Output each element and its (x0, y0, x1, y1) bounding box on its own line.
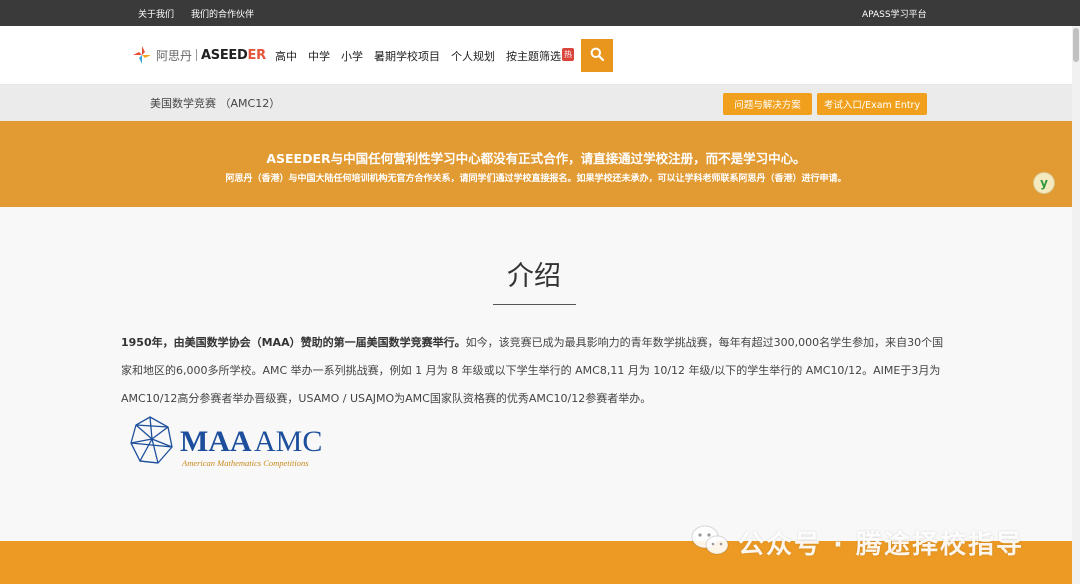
notice-line-1: ASEEDER与中国任何营利性学习中心都没有正式合作，请直接通过学校注册，而不是… (266, 151, 806, 166)
intro-paragraph: 1950年，由美国数学协会（MAA）赞助的第一届美国数学竞赛举行。如今，该竞赛已… (121, 329, 951, 413)
partners-link[interactable]: 我们的合作伙伴 (191, 7, 254, 20)
page-subbar: 美国数学竞赛 （AMC12） 问题与解决方案 考试入口/Exam Entry (0, 85, 1072, 121)
search-icon (590, 46, 605, 65)
pinwheel-logo-icon (132, 45, 152, 65)
nav-item-summer-program[interactable]: 暑期学校项目 (374, 48, 440, 64)
notice-line-2: 阿思丹（香港）与中国大陆任何培训机构无官方合作关系，请同学们通过学校直接报名。如… (225, 174, 847, 184)
page-title: 美国数学竞赛 （AMC12） (150, 97, 281, 110)
apass-platform-link[interactable]: APASS学习平台 (862, 7, 927, 20)
nav-item-middle-school[interactable]: 中学 (308, 48, 330, 64)
nav-item-personal-planning[interactable]: 个人规划 (451, 48, 495, 64)
faq-button[interactable]: 问题与解决方案 (723, 93, 812, 115)
wechat-icon (690, 523, 730, 561)
intro-bold-text: 1950年，由美国数学协会（MAA）赞助的第一届美国数学竞赛举行。 (121, 336, 466, 349)
scrollbar-thumb[interactable] (1073, 28, 1079, 62)
intro-section: 介绍 1950年，由美国数学协会（MAA）赞助的第一届美国数学竞赛举行。如今，该… (0, 207, 1072, 541)
top-links-right: APASS学习平台 (862, 0, 927, 26)
watermark-text: 公众号 · 腾途择校指导 (738, 529, 1024, 560)
exam-entry-button[interactable]: 考试入口/Exam Entry (817, 93, 927, 115)
hot-badge: 热 (562, 47, 574, 61)
logo-en-text: ASEEDER (201, 48, 266, 63)
about-link[interactable]: 关于我们 (138, 7, 174, 20)
heading-underline (493, 304, 576, 305)
search-button[interactable] (581, 39, 613, 72)
page-scrollbar[interactable] (1072, 26, 1080, 584)
section-heading: 介绍 (507, 261, 561, 292)
logo-en-prefix: ASEED (201, 47, 248, 63)
logo-cn-text: 阿思丹 (156, 48, 193, 63)
logo-subtitle-text: American Mathematics Competitions (181, 458, 309, 468)
logo-en-suffix: ER (247, 47, 267, 63)
top-links: 关于我们 我们的合作伙伴 (138, 0, 254, 26)
site-logo[interactable]: 阿思丹 ASEEDER (132, 43, 266, 67)
notice-banner: ASEEDER与中国任何营利性学习中心都没有正式合作，请直接通过学校注册，而不是… (0, 121, 1072, 207)
nav-item-primary-school[interactable]: 小学 (341, 48, 363, 64)
logo-maa-text: MAA (180, 425, 252, 458)
nav-item-filter-label: 按主题筛选 (506, 49, 561, 63)
nav-item-high-school[interactable]: 高中 (275, 48, 297, 64)
top-bar: 关于我们 我们的合作伙伴 APASS学习平台 (0, 0, 1080, 26)
wechat-watermark: 公众号 · 腾途择校指导 (690, 522, 1024, 562)
maa-amc-logo: MAA AMC American Mathematics Competition… (128, 415, 338, 471)
logo-divider (196, 49, 198, 61)
logo-amc-text: AMC (254, 425, 322, 458)
main-navbar: 阿思丹 ASEEDER 高中 中学 小学 暑期学校项目 个人规划 按主题筛选热 (0, 26, 1072, 85)
primary-nav: 高中 中学 小学 暑期学校项目 个人规划 按主题筛选热 (275, 26, 574, 85)
nav-item-filter-by-topic[interactable]: 按主题筛选热 (506, 47, 574, 64)
chat-widget-icon[interactable]: y (1033, 172, 1055, 194)
